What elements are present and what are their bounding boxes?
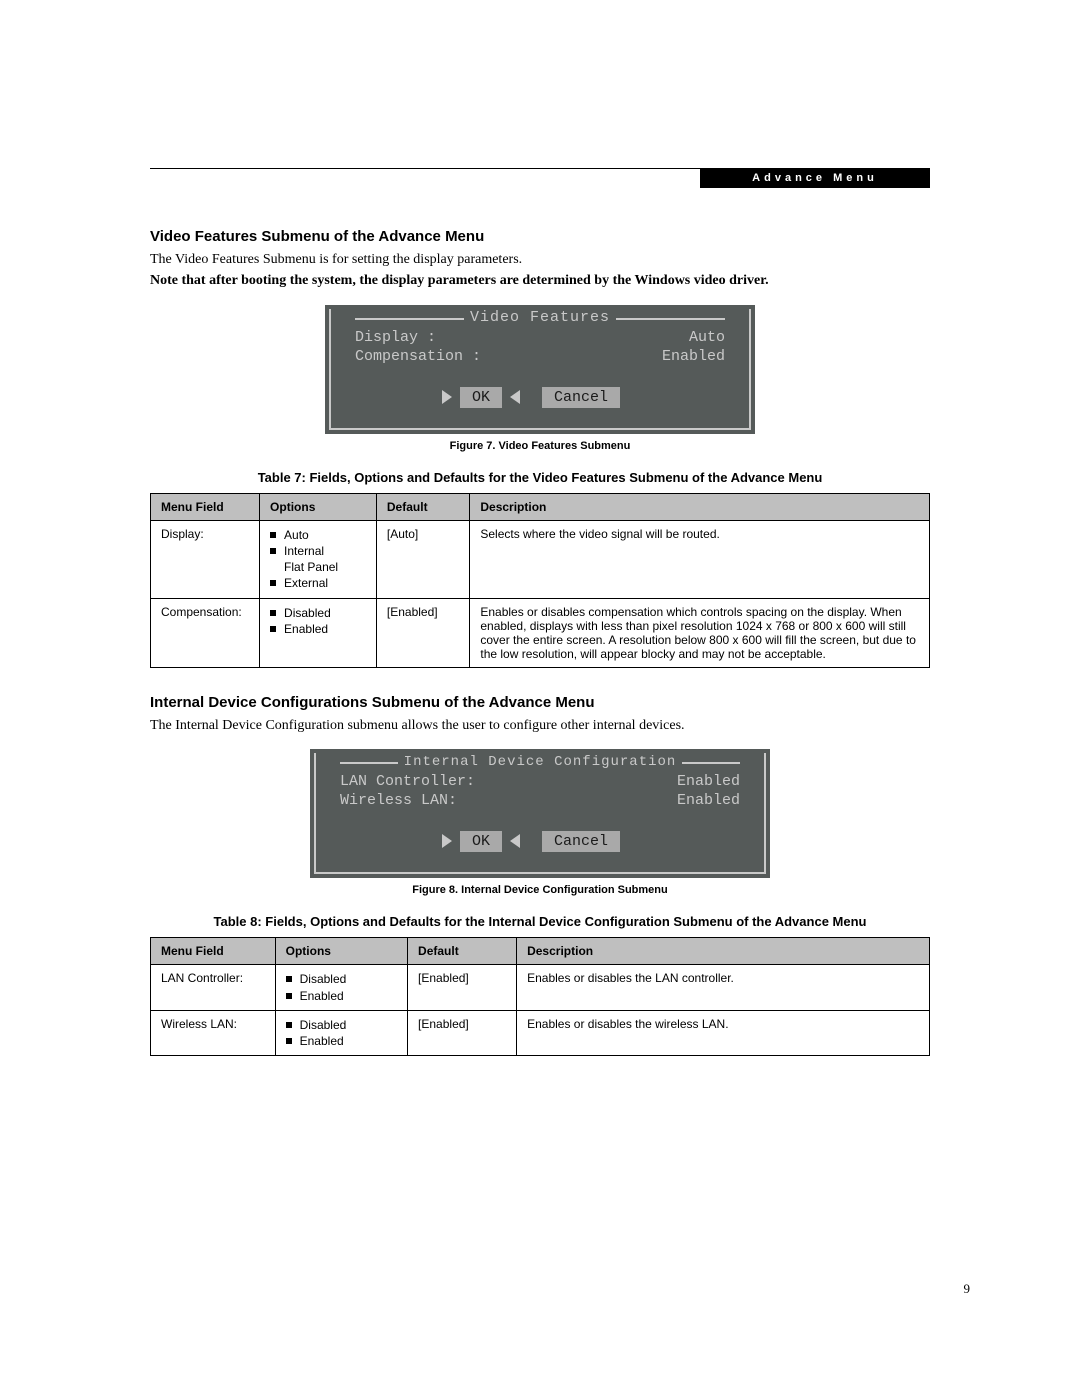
cell-default: [Auto] [376, 520, 469, 598]
bios2-row0-label: LAN Controller: [340, 773, 475, 790]
table-row: Wireless LAN:DisabledEnabled[Enabled]Ena… [151, 1010, 930, 1055]
figure7-caption: Figure 7. Video Features Submenu [150, 440, 930, 452]
bios1-box: Video Features Display : Auto Compensati… [325, 305, 755, 434]
bios1-row0-value: Auto [689, 329, 725, 346]
table-row: LAN Controller:DisabledEnabled[Enabled]E… [151, 965, 930, 1010]
cell-menu: Wireless LAN: [151, 1010, 276, 1055]
bios2-cancel-button[interactable]: Cancel [542, 831, 620, 852]
section1-p1: The Video Features Submenu is for settin… [150, 251, 930, 270]
bios2-row1-label: Wireless LAN: [340, 792, 457, 809]
bios1-cancel-button[interactable]: Cancel [542, 387, 620, 408]
header-tab: Advance Menu [700, 168, 930, 188]
table7-caption: Table 7: Fields, Options and Defaults fo… [150, 470, 930, 485]
section1-heading: Video Features Submenu of the Advance Me… [150, 228, 930, 245]
cell-options: DisabledEnabled [260, 598, 377, 667]
cell-default: [Enabled] [408, 1010, 517, 1055]
cell-menu: Display: [151, 520, 260, 598]
option-item: Auto [270, 527, 366, 543]
option-item: Enabled [286, 1033, 397, 1049]
section2-heading: Internal Device Configurations Submenu o… [150, 694, 930, 711]
table8-caption: Table 8: Fields, Options and Defaults fo… [150, 914, 930, 929]
th-menu: Menu Field [151, 938, 276, 965]
table-row: Compensation:DisabledEnabled[Enabled]Ena… [151, 598, 930, 667]
option-item: Enabled [286, 988, 397, 1004]
bios1-title: Video Features [464, 309, 616, 326]
option-item: Disabled [286, 1017, 397, 1033]
th-default: Default [408, 938, 517, 965]
option-item: External [270, 575, 366, 591]
option-item: Disabled [270, 605, 366, 621]
table8: Menu Field Options Default Description L… [150, 937, 930, 1056]
cell-options: DisabledEnabled [275, 1010, 407, 1055]
th-desc: Description [517, 938, 930, 965]
bios1-ok-button[interactable]: OK [460, 387, 502, 408]
cell-menu: Compensation: [151, 598, 260, 667]
cell-description: Enables or disables the wireless LAN. [517, 1010, 930, 1055]
th-options: Options [260, 493, 377, 520]
th-desc: Description [470, 493, 930, 520]
cell-menu: LAN Controller: [151, 965, 276, 1010]
table-row: Display:AutoInternalFlat PanelExternal[A… [151, 520, 930, 598]
table-header-row: Menu Field Options Default Description [151, 938, 930, 965]
cell-options: AutoInternalFlat PanelExternal [260, 520, 377, 598]
bios2-row1-value: Enabled [677, 792, 740, 809]
section2-p1: The Internal Device Configuration submen… [150, 717, 930, 736]
cell-default: [Enabled] [376, 598, 469, 667]
page-number: 9 [964, 1281, 971, 1297]
th-options: Options [275, 938, 407, 965]
bios1-row0-label: Display : [355, 329, 436, 346]
cell-options: DisabledEnabled [275, 965, 407, 1010]
cell-description: Selects where the video signal will be r… [470, 520, 930, 598]
bios2-title: Internal Device Configuration [398, 754, 683, 770]
option-item: InternalFlat Panel [270, 543, 366, 575]
option-item: Disabled [286, 971, 397, 987]
th-menu: Menu Field [151, 493, 260, 520]
cell-default: [Enabled] [408, 965, 517, 1010]
bios2-ok-button[interactable]: OK [460, 831, 502, 852]
table7: Menu Field Options Default Description D… [150, 493, 930, 668]
cell-description: Enables or disables compensation which c… [470, 598, 930, 667]
bios1-row1-value: Enabled [662, 348, 725, 365]
figure8-caption: Figure 8. Internal Device Configuration … [150, 884, 930, 896]
option-item: Enabled [270, 621, 366, 637]
bios2-row0-value: Enabled [677, 773, 740, 790]
cell-description: Enables or disables the LAN controller. [517, 965, 930, 1010]
table-header-row: Menu Field Options Default Description [151, 493, 930, 520]
section1-p2: Note that after booting the system, the … [150, 272, 930, 291]
bios1-row1-label: Compensation : [355, 348, 481, 365]
th-default: Default [376, 493, 469, 520]
bios2-box: Internal Device Configuration LAN Contro… [310, 749, 770, 878]
